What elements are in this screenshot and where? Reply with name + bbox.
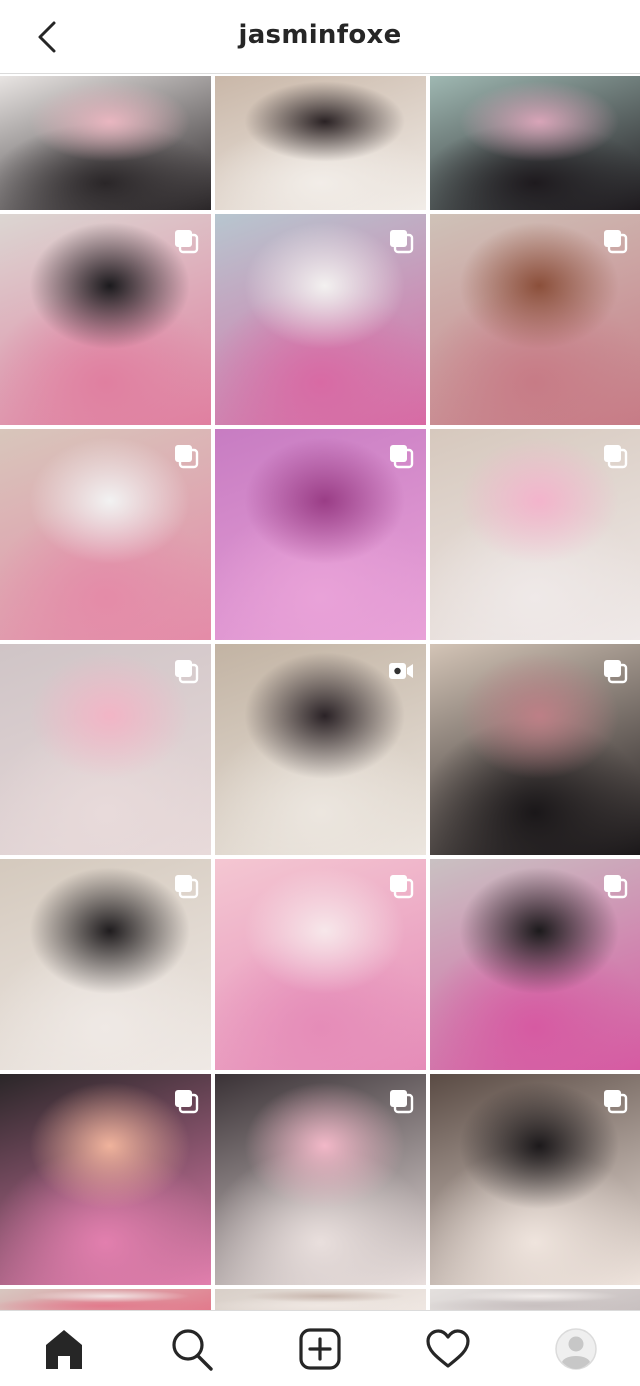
carousel-icon [604,1090,628,1114]
search-icon [172,1329,213,1371]
carousel-icon [604,875,628,899]
nav-new-post-button[interactable] [296,1325,344,1373]
home-icon [46,1330,82,1369]
carousel-icon [390,445,414,469]
post-thumbnail[interactable] [0,1074,211,1285]
post-photo [430,1289,640,1310]
post-thumbnail[interactable] [0,644,211,855]
carousel-icon [604,660,628,684]
carousel-icon [175,660,199,684]
carousel-icon [175,445,199,469]
carousel-icon [175,1090,199,1114]
post-thumbnail[interactable] [0,1289,211,1310]
carousel-icon [390,875,414,899]
nav-search-button[interactable] [168,1325,216,1373]
nav-activity-button[interactable] [424,1325,472,1373]
profile-avatar-icon [555,1328,597,1370]
post-thumbnail[interactable] [215,76,426,210]
post-thumbnail[interactable] [430,644,640,855]
post-thumbnail[interactable] [430,214,640,425]
post-thumbnail[interactable] [430,1074,640,1285]
post-thumbnail[interactable] [215,214,426,425]
post-grid [0,76,640,1310]
post-thumbnail[interactable] [215,859,426,1070]
post-thumbnail[interactable] [0,429,211,640]
post-photo [0,1289,211,1310]
add-post-icon [299,1328,341,1370]
post-thumbnail[interactable] [0,214,211,425]
carousel-icon [604,445,628,469]
post-thumbnail[interactable] [430,76,640,210]
video-icon [389,663,413,679]
post-thumbnail[interactable] [0,76,211,210]
profile-username-title: jasminfoxe [238,20,402,50]
post-thumbnail[interactable] [215,1074,426,1285]
post-thumbnail[interactable] [0,859,211,1070]
heart-icon [426,1329,470,1368]
carousel-icon [390,1090,414,1114]
bottom-navigation-bar [0,1310,640,1386]
post-thumbnail[interactable] [430,1289,640,1310]
post-photo [0,76,211,210]
post-thumbnail[interactable] [430,429,640,640]
carousel-icon [175,230,199,254]
post-thumbnail[interactable] [215,644,426,855]
post-photo [430,76,640,210]
post-photo [215,1289,426,1310]
carousel-icon [390,230,414,254]
post-thumbnail[interactable] [215,1289,426,1310]
carousel-icon [175,875,199,899]
top-bar: jasminfoxe [0,0,640,74]
carousel-icon [604,230,628,254]
post-thumbnail[interactable] [430,859,640,1070]
post-thumbnail[interactable] [215,429,426,640]
nav-home-button[interactable] [40,1325,88,1373]
nav-profile-button[interactable] [552,1325,600,1373]
post-photo [215,76,426,210]
